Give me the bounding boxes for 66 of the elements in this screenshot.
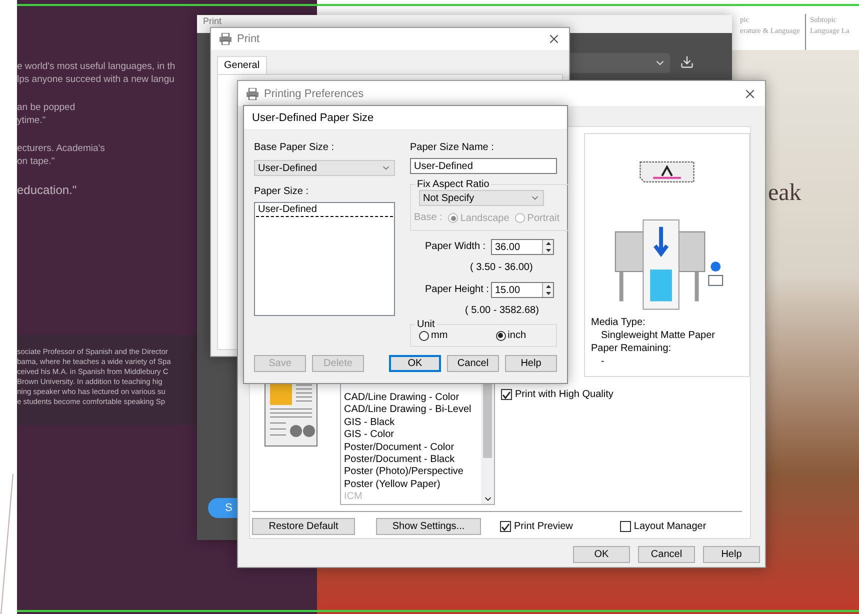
quote-text: on tape."	[17, 155, 55, 168]
checkbox[interactable]	[620, 521, 631, 532]
list-item[interactable]: GIS - Black	[344, 416, 395, 430]
unit-radio[interactable]: inch	[496, 330, 526, 341]
media-type-value: Singleweight Matte Paper	[600, 329, 716, 342]
quote-text: ecturers. Academia's	[17, 142, 105, 155]
field-label: Base Paper Size :	[254, 142, 336, 154]
paper-remaining-label: Paper Remaining:	[591, 342, 672, 355]
field-label: Paper Size :	[254, 186, 310, 198]
aspect-ratio-select[interactable]: Not Specify	[419, 190, 544, 206]
page-heading: eak	[768, 179, 802, 208]
dialog-button[interactable]: Cancel	[638, 546, 695, 563]
list-item[interactable]: Poster (Yellow Paper)	[344, 478, 440, 492]
download-icon[interactable]	[680, 55, 694, 69]
paper-width-spinner[interactable]: 36.00	[491, 239, 554, 255]
show-settings-button[interactable]: Show Settings...	[376, 518, 481, 535]
high-quality-checkbox[interactable]: Print with High Quality	[501, 389, 614, 400]
checkbox[interactable]	[501, 389, 512, 400]
up-arrow-icon[interactable]	[546, 242, 550, 245]
unit-radio[interactable]: mm	[419, 330, 448, 341]
paper-name-field[interactable]: User-Defined	[410, 158, 557, 174]
window-title: Print	[203, 16, 222, 26]
dialog-button[interactable]: OK	[573, 546, 630, 563]
printer-icon	[219, 33, 232, 45]
quote-text: e world's most useful languages, in th	[17, 60, 176, 73]
layout-manager-checkbox[interactable]: Layout Manager	[620, 521, 706, 532]
field-label: Paper Width :	[425, 241, 485, 253]
quote-text: an be popped	[17, 101, 76, 114]
window-title: User-Defined Paper Size	[252, 112, 374, 124]
printer-icon	[246, 88, 259, 100]
up-arrow-icon[interactable]	[546, 285, 550, 288]
list-item[interactable]: Poster/Document - Color	[344, 442, 454, 454]
field-label: Base :	[414, 212, 442, 224]
dialog-button[interactable]: Help	[505, 355, 557, 372]
list-item[interactable]: Poster/Document - Black	[344, 454, 455, 466]
list-item[interactable]: CAD/Line Drawing - Color	[344, 392, 460, 404]
tab[interactable]: General	[217, 56, 267, 74]
media-type-label: Media Type:	[591, 316, 646, 329]
close-icon[interactable]	[547, 32, 561, 46]
restore-default-button[interactable]: Restore Default	[252, 518, 355, 535]
list-item[interactable]: GIS - Color	[344, 429, 394, 442]
range-text: ( 3.50 - 36.00)	[470, 262, 534, 273]
group-label: Unit	[416, 319, 436, 330]
list-item[interactable]: Poster (Photo)/Perspective	[344, 466, 464, 479]
quote-text: ytime."	[17, 114, 46, 127]
base-paper-select[interactable]: User-Defined	[254, 160, 395, 176]
print-preview-checkbox[interactable]: Print Preview	[500, 521, 573, 532]
quote-text: lps anyone succeed with a new langu	[17, 73, 174, 86]
paper-icon	[638, 160, 696, 184]
paper-size-list[interactable]: User-Defined	[254, 202, 395, 316]
dialog-button[interactable]: Cancel	[447, 355, 499, 372]
field-label: Paper Size Name :	[410, 142, 495, 154]
quote-text: education."	[17, 183, 77, 197]
window-title: Print	[237, 33, 260, 45]
window-title: Printing Preferences	[264, 88, 364, 100]
down-arrow-icon[interactable]	[546, 249, 550, 252]
dialog-button[interactable]: Help	[703, 546, 760, 563]
range-text: ( 5.00 - 3582.68)	[465, 305, 540, 316]
dialog-button[interactable]: OK	[389, 355, 441, 372]
down-arrow-icon[interactable]	[546, 292, 550, 295]
checkbox[interactable]	[500, 521, 511, 532]
list-item[interactable]: CAD/Line Drawing - Bi-Level	[344, 404, 472, 417]
paper-height-spinner[interactable]: 15.00	[491, 282, 554, 298]
group-label: Fix Aspect Ratio	[416, 179, 490, 190]
list-item[interactable]: User-Defined	[256, 204, 393, 217]
paper-remaining-value: -	[600, 355, 606, 368]
